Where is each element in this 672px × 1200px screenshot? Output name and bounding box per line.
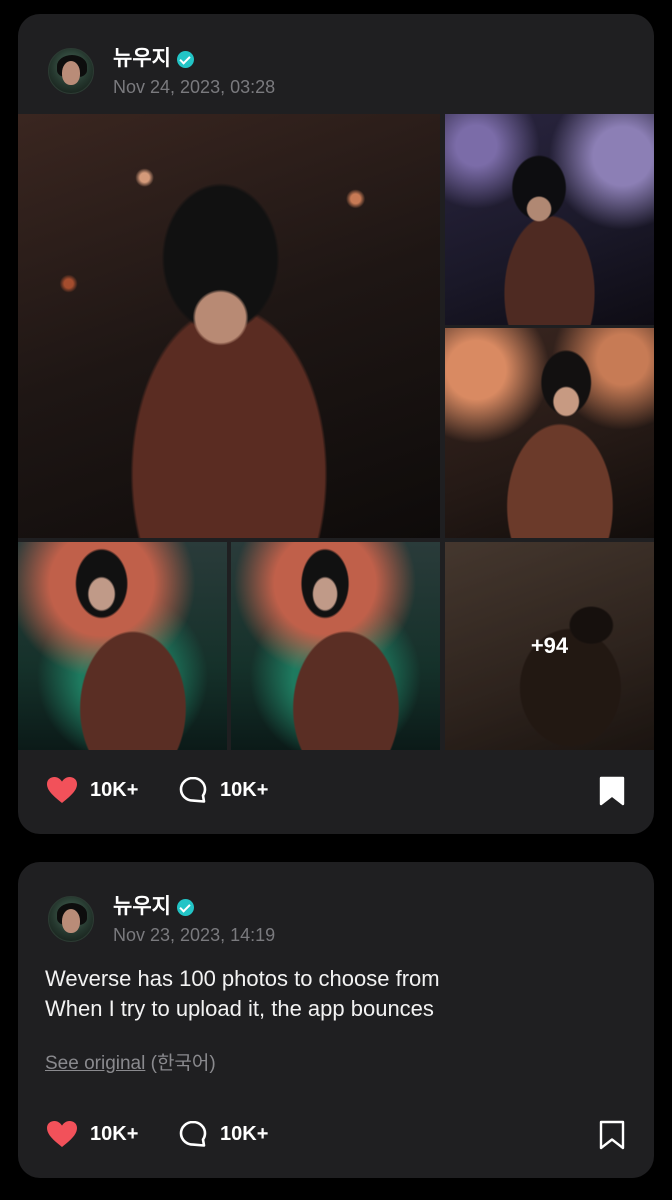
- comment-bubble-icon: [179, 776, 207, 803]
- avatar-face: [62, 61, 80, 85]
- see-original-link[interactable]: See original: [45, 1053, 145, 1074]
- comment-button[interactable]: 10K+: [178, 770, 268, 810]
- post-body: Weverse has 100 photos to choose from Wh…: [45, 964, 635, 1024]
- see-original: See original (한국어): [45, 1048, 216, 1075]
- more-photos-count: +94: [445, 542, 654, 750]
- photo-grid: +94: [18, 114, 654, 750]
- heart-icon: [47, 1121, 77, 1147]
- post-text-line: When I try to upload it, the app bounces: [45, 996, 434, 1021]
- post-card: 뉴우지 Nov 23, 2023, 14:19 Weverse has 100 …: [18, 862, 654, 1178]
- post-actions: 10K+ 10K+: [18, 1114, 654, 1154]
- post-timestamp: Nov 24, 2023, 03:28: [113, 77, 276, 97]
- author-name[interactable]: 뉴우지: [113, 46, 171, 72]
- comment-button[interactable]: 10K+: [178, 1114, 268, 1154]
- comment-count: 10K+: [220, 1122, 269, 1145]
- author-name[interactable]: 뉴우지: [113, 894, 171, 920]
- post-text-line: Weverse has 100 photos to choose from: [45, 966, 440, 991]
- verified-badge-icon: [176, 50, 194, 68]
- post-actions: 10K+ 10K+: [18, 770, 654, 810]
- comment-count: 10K+: [220, 778, 269, 801]
- avatar[interactable]: [48, 48, 94, 94]
- original-language: (한국어): [150, 1053, 216, 1074]
- bookmark-icon[interactable]: [598, 1120, 626, 1150]
- author-info: 뉴우지 Nov 24, 2023, 03:28: [113, 46, 275, 98]
- like-button[interactable]: 10K+: [46, 770, 138, 810]
- photo-1[interactable]: [18, 114, 440, 538]
- post-timestamp: Nov 23, 2023, 14:19: [113, 925, 276, 945]
- verified-badge-icon: [176, 898, 194, 916]
- author-name-row: 뉴우지: [113, 894, 275, 920]
- photo-5[interactable]: [231, 542, 440, 750]
- photo-2[interactable]: [445, 114, 654, 325]
- bookmark-icon[interactable]: [598, 776, 626, 806]
- avatar[interactable]: [48, 896, 94, 942]
- like-button[interactable]: 10K+: [46, 1114, 138, 1154]
- avatar-face: [62, 909, 80, 933]
- author-info: 뉴우지 Nov 23, 2023, 14:19: [113, 894, 275, 946]
- photo-3[interactable]: [445, 328, 654, 538]
- post-header: 뉴우지 Nov 24, 2023, 03:28: [48, 46, 275, 98]
- like-count: 10K+: [90, 1122, 139, 1145]
- comment-bubble-icon: [179, 1120, 207, 1147]
- heart-icon: [47, 777, 77, 803]
- author-name-row: 뉴우지: [113, 46, 275, 72]
- post-header: 뉴우지 Nov 23, 2023, 14:19: [48, 894, 275, 946]
- photo-4[interactable]: [18, 542, 227, 750]
- photo-6-more[interactable]: +94: [445, 542, 654, 750]
- post-card: 뉴우지 Nov 24, 2023, 03:28 +94 10K+ 10K+: [18, 14, 654, 834]
- like-count: 10K+: [90, 778, 139, 801]
